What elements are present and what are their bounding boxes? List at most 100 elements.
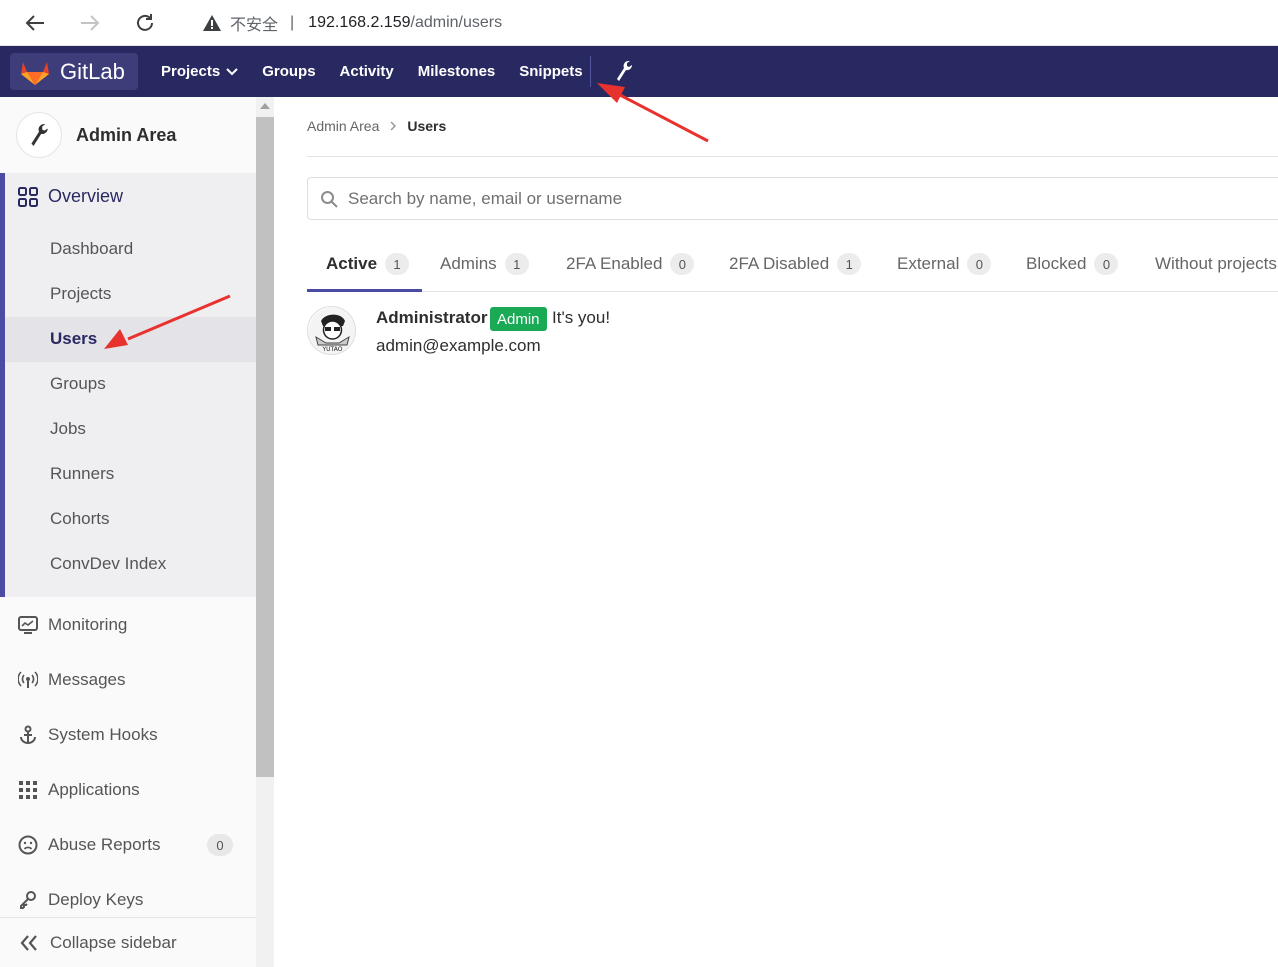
sidebar-scrollbar[interactable] [256, 97, 274, 967]
forward-button[interactable] [75, 8, 105, 38]
security-warning[interactable]: 不安全 [202, 11, 278, 35]
sidebar-item-abuse-reports-label: Abuse Reports [48, 835, 161, 854]
warning-triangle-icon [203, 15, 221, 31]
sidebar-item-applications-label: Applications [48, 780, 140, 799]
abuse-reports-count-badge: 0 [207, 834, 233, 856]
sidebar-active-highlight [5, 317, 256, 362]
apps-grid-icon [19, 781, 37, 799]
anchor-icon [20, 725, 36, 744]
sidebar-item-runners[interactable]: Runners [50, 464, 114, 484]
scroll-up-arrow-icon[interactable] [260, 103, 270, 109]
double-chevron-left-icon [20, 934, 37, 951]
user-name-link[interactable]: Administrator [376, 308, 487, 328]
url-separator: | [290, 14, 295, 31]
sidebar-item-jobs[interactable]: Jobs [50, 419, 86, 439]
its-you-label: It's you! [552, 308, 611, 327]
key-icon [20, 891, 36, 909]
sidebar-title: Admin Area [76, 124, 177, 145]
chevron-right-icon [390, 121, 397, 131]
sidebar-item-abuse-reports[interactable]: Abuse Reports [18, 835, 160, 855]
nav-projects[interactable]: Projects [161, 63, 238, 80]
tab-2fa-disabled[interactable]: 2FA Disabled 1 [729, 236, 862, 292]
sidebar-item-applications[interactable]: Applications [18, 780, 140, 800]
address-bar[interactable]: 不安全 | 192.168.2.159 /admin/users [180, 4, 1278, 42]
user-search-input[interactable]: Search by name, email or username [307, 177, 1278, 220]
url-host: 192.168.2.159 [308, 14, 411, 31]
tab-external[interactable]: External 0 [897, 236, 992, 292]
tab-blocked-count: 0 [1094, 253, 1119, 275]
tanuki-icon [21, 61, 49, 85]
sidebar-item-convdev-index[interactable]: ConvDev Index [50, 554, 166, 574]
collapse-sidebar-label: Collapse sidebar [50, 932, 177, 952]
wrench-icon [617, 61, 633, 81]
tab-2fa-disabled-label: 2FA Disabled [729, 254, 830, 273]
search-placeholder: Search by name, email or username [348, 188, 623, 208]
sidebar-item-users[interactable]: Users [50, 329, 97, 349]
arrow-left-icon [25, 15, 44, 31]
avatar-text: YUTAO [322, 346, 343, 353]
tab-2fa-disabled-count: 1 [837, 253, 862, 275]
collapse-sidebar-button[interactable]: Collapse sidebar [0, 917, 256, 967]
breadcrumb-admin-area[interactable]: Admin Area [307, 118, 379, 134]
logo-text: GitLab [60, 58, 125, 84]
sidebar-item-overview-label: Overview [48, 186, 124, 206]
gitlab-logo[interactable]: GitLab [10, 53, 138, 90]
sidebar-item-projects[interactable]: Projects [50, 284, 111, 304]
nav-snippets[interactable]: Snippets [519, 63, 582, 80]
tab-blocked[interactable]: Blocked 0 [1026, 236, 1119, 292]
nav-divider [590, 56, 591, 87]
frown-face-icon [18, 835, 38, 855]
tab-2fa-enabled[interactable]: 2FA Enabled 0 [566, 236, 695, 292]
sidebar-item-cohorts[interactable]: Cohorts [50, 509, 110, 529]
sidebar-item-messages[interactable]: Messages [18, 670, 125, 690]
tab-without-projects-label: Without projects [1155, 254, 1277, 273]
active-tab-underline [307, 289, 422, 292]
sidebar-item-overview[interactable]: Overview [18, 186, 123, 207]
breadcrumb-users[interactable]: Users [407, 118, 446, 134]
nav-activity[interactable]: Activity [340, 63, 394, 80]
tab-active[interactable]: Active 1 [326, 236, 410, 292]
user-list-item: YUTAO Administrator Admin It's you! admi… [307, 306, 1278, 366]
top-nav: Projects Groups Activity Milestones Snip… [161, 46, 607, 97]
tab-active-label: Active [326, 254, 378, 273]
broadcast-icon [18, 671, 38, 688]
breadcrumb: Admin Area Users [307, 118, 446, 134]
nav-milestones[interactable]: Milestones [418, 63, 496, 80]
sidebar-item-system-hooks-label: System Hooks [48, 725, 158, 744]
sidebar-item-monitoring[interactable]: Monitoring [18, 615, 127, 635]
user-email: admin@example.com [376, 336, 541, 355]
tab-admins-count: 1 [504, 253, 529, 275]
nav-projects-label: Projects [161, 63, 221, 80]
breadcrumb-divider [307, 156, 1278, 157]
admin-area-avatar [16, 112, 62, 158]
admin-area-button[interactable] [614, 59, 634, 88]
security-warning-label: 不安全 [230, 17, 279, 34]
tab-external-label: External [897, 254, 960, 273]
url-path: /admin/users [410, 14, 503, 31]
sidebar-item-dashboard[interactable]: Dashboard [50, 239, 133, 259]
reload-button[interactable] [130, 8, 160, 38]
monitor-icon [18, 616, 38, 634]
wrench-icon [31, 124, 48, 146]
tab-without-projects[interactable]: Without projects [1155, 236, 1278, 292]
nav-groups[interactable]: Groups [262, 63, 315, 80]
sidebar-item-system-hooks[interactable]: System Hooks [18, 725, 158, 745]
search-icon [321, 190, 338, 208]
browser-toolbar: 不安全 | 192.168.2.159 /admin/users [0, 0, 1278, 46]
sidebar-header[interactable]: Admin Area [0, 97, 256, 173]
tab-external-count: 0 [967, 253, 992, 275]
sidebar-overview-section: Overview Dashboard Projects Users Groups… [0, 173, 256, 597]
tab-admins[interactable]: Admins 1 [440, 236, 529, 292]
sidebar-scrollbar-thumb[interactable] [256, 117, 274, 777]
user-avatar[interactable]: YUTAO [307, 306, 356, 355]
sidebar-item-deploy-keys[interactable]: Deploy Keys [18, 890, 143, 910]
sidebar-item-messages-label: Messages [48, 670, 126, 689]
sidebar-item-groups[interactable]: Groups [50, 374, 106, 394]
tab-2fa-enabled-count: 0 [670, 253, 695, 275]
overview-grid-icon [18, 186, 38, 207]
tab-active-count: 1 [385, 253, 410, 275]
gitlab-navbar: GitLab Projects Groups Activity Mileston… [0, 46, 1278, 97]
chevron-down-icon [226, 67, 238, 75]
back-button[interactable] [20, 8, 50, 38]
tab-admins-label: Admins [440, 254, 497, 273]
